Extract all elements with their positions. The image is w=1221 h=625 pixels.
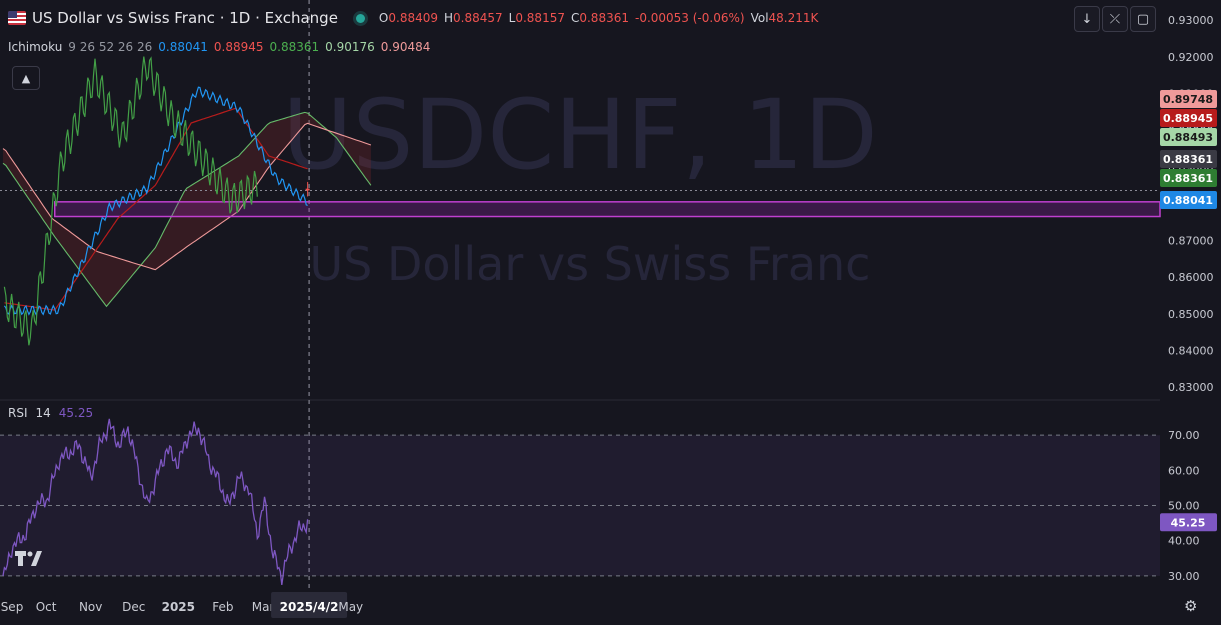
ichimoku-name: Ichimoku <box>8 40 63 54</box>
chart-canvas[interactable]: USDCHF, 1D US Dollar vs Swiss Franc 0.830… <box>0 0 1221 625</box>
price-axis-tick: 0.93000 <box>1168 14 1214 27</box>
collapse-icon: ⤫ <box>1109 11 1121 27</box>
candle-body <box>305 188 310 191</box>
ohlc-open-value: 0.88409 <box>388 11 438 25</box>
rsi-label-text: 45.25 <box>1171 516 1206 529</box>
price-axis-tick: 0.85000 <box>1168 308 1214 321</box>
support-zone-rectangle <box>53 201 1161 218</box>
collapse-legend-button[interactable]: ▲ <box>12 66 40 90</box>
market-status-icon <box>355 13 365 23</box>
rsi-param: 14 <box>35 406 51 420</box>
tenkan-value: 0.88041 <box>158 40 208 54</box>
price-label-text: 0.88945 <box>1163 112 1213 125</box>
watermark-symbol: USDCHF, 1D <box>282 79 878 191</box>
span-a-value: 0.90176 <box>325 40 375 54</box>
chevron-up-icon: ▲ <box>21 71 31 85</box>
price-label-text: 0.88361 <box>1163 172 1213 185</box>
price-axis-tick: 0.87000 <box>1168 234 1214 247</box>
symbol-title[interactable]: US Dollar vs Swiss Franc · 1D · Exchange <box>32 9 338 27</box>
collapse-pane-button[interactable]: ⤫ <box>1102 6 1128 32</box>
time-axis-tick: Feb <box>212 600 233 614</box>
ohlc-change-value: -0.00053 (-0.06%) <box>634 11 745 25</box>
gear-icon[interactable]: ⚙ <box>1184 597 1197 615</box>
rsi-axis-tick: 70.00 <box>1168 429 1200 442</box>
rsi-name: RSI <box>8 406 28 420</box>
ichimoku-params: 9 26 52 26 26 <box>68 40 153 54</box>
time-axis-tick: Dec <box>122 600 145 614</box>
rsi-axis-tick: 50.00 <box>1168 500 1200 513</box>
volume-key: Vol <box>750 11 769 25</box>
ichimoku-legend[interactable]: Ichimoku 9 26 52 26 26 0.88041 0.88945 0… <box>8 40 430 54</box>
maximize-pane-button[interactable]: ▢ <box>1130 6 1156 32</box>
rsi-axis-tick: 30.00 <box>1168 570 1200 583</box>
volume-value: 48.211K <box>768 11 819 25</box>
rsi-axis-tick: 40.00 <box>1168 535 1200 548</box>
kijun-value: 0.88945 <box>213 40 264 54</box>
tenkan-sen-line <box>3 86 308 316</box>
tradingview-logo-icon <box>14 546 44 570</box>
time-axis-tick: 2025 <box>162 600 195 614</box>
arrow-down-icon: ↓ <box>1081 11 1093 27</box>
ohlc-close-value: 0.88361 <box>579 11 629 25</box>
price-axis-tick: 0.84000 <box>1168 344 1214 357</box>
price-label-text: 0.88361 <box>1163 153 1213 166</box>
price-label-text: 0.88493 <box>1163 131 1213 144</box>
time-axis-tick: 2025/4/2 <box>280 600 339 614</box>
ohlc-low-value: 0.88157 <box>515 11 565 25</box>
chart-header: US Dollar vs Swiss Franc · 1D · Exchange… <box>8 9 818 27</box>
ohlc-high-key: H <box>444 11 454 25</box>
time-axis-tick: Sep <box>1 600 24 614</box>
ohlc-readout: O0.88409 H0.88457 L0.88157 C0.88361 -0.0… <box>379 11 818 25</box>
price-axis-tick: 0.92000 <box>1168 51 1214 64</box>
chikou-value: 0.88361 <box>269 40 320 54</box>
us-flag-icon <box>8 11 26 25</box>
price-axis-tick: 0.86000 <box>1168 271 1214 284</box>
expand-icon: ▢ <box>1136 11 1150 27</box>
time-axis-tick: Oct <box>36 600 57 614</box>
rsi-axis-tick: 60.00 <box>1168 464 1200 477</box>
rsi-value: 45.25 <box>58 406 94 420</box>
scroll-down-button[interactable]: ↓ <box>1074 6 1100 32</box>
watermark-name: US Dollar vs Swiss Franc <box>310 237 871 291</box>
price-label-text: 0.88041 <box>1163 194 1213 207</box>
time-axis-tick: May <box>338 600 363 614</box>
price-axis-tick: 0.83000 <box>1168 381 1214 394</box>
time-axis-tick: Nov <box>79 600 102 614</box>
price-label-text: 0.89748 <box>1163 93 1213 106</box>
time-axis-tick: Mar <box>252 600 275 614</box>
span-b-value: 0.90484 <box>380 40 431 54</box>
rsi-legend[interactable]: RSI 14 45.25 <box>8 406 93 420</box>
ohlc-open-key: O <box>378 11 389 25</box>
ohlc-high-value: 0.88457 <box>453 11 503 25</box>
